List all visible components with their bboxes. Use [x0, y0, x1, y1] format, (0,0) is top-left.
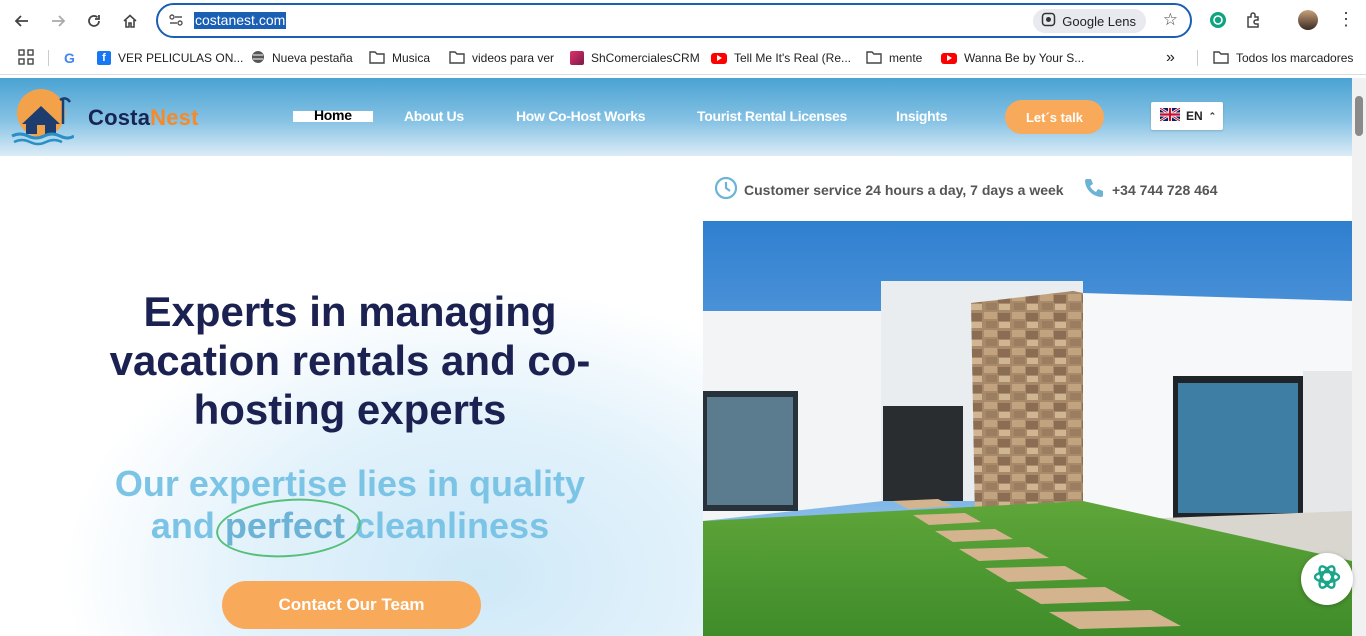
language-selector[interactable]: EN ⌃ — [1151, 102, 1223, 130]
menu-kebab-icon[interactable]: ⋮ — [1337, 9, 1355, 29]
brand-name-part1: Costa — [88, 105, 151, 130]
youtube-icon — [711, 52, 727, 64]
phone-contact[interactable]: +34 744 728 464 — [1082, 176, 1218, 203]
chatgpt-extension-icon[interactable] — [1209, 11, 1227, 34]
bookmark-peliculas[interactable]: f VER PELICULAS ON... — [97, 49, 243, 67]
villa-photo — [703, 221, 1352, 636]
bookmark-google[interactable]: G — [64, 49, 75, 67]
bookmark-label: Wanna Be by Your S... — [964, 51, 1085, 65]
profile-avatar[interactable] — [1298, 10, 1318, 30]
bookmark-wanna-be[interactable]: Wanna Be by Your S... — [941, 49, 1084, 67]
hero-headline: Experts in managing vacation rentals and… — [109, 288, 591, 433]
phone-number[interactable]: +34 744 728 464 — [1112, 182, 1218, 198]
chevron-up-icon: ⌃ — [1208, 110, 1217, 121]
service-hours: Customer service 24 hours a day, 7 days … — [714, 176, 1064, 203]
folder-icon — [449, 50, 465, 67]
forward-icon[interactable] — [45, 8, 71, 34]
google-icon: G — [64, 50, 75, 66]
subheadline-line1: Our expertise lies in quality — [114, 463, 586, 504]
globe-icon — [251, 50, 265, 67]
bookmark-label: mente — [889, 51, 923, 65]
bookmark-label: videos para ver — [472, 51, 555, 65]
nav-about-us[interactable]: About Us — [404, 108, 464, 124]
chat-assistant-icon — [1311, 561, 1343, 598]
bookmarks-overflow-button[interactable]: » — [1166, 49, 1175, 67]
back-icon[interactable] — [9, 8, 35, 34]
hero-subheadline: Our expertise lies in quality and perfec… — [70, 463, 630, 562]
folder-icon — [866, 50, 882, 67]
nav-insights[interactable]: Insights — [896, 108, 948, 124]
url-text[interactable]: costanest.com — [194, 12, 287, 29]
chat-assistant-button[interactable] — [1301, 553, 1353, 605]
contact-our-team-button[interactable]: Contact Our Team — [222, 581, 481, 629]
google-lens-button[interactable]: Google Lens — [1033, 9, 1146, 33]
bookmark-tell-me[interactable]: Tell Me It's Real (Re... — [711, 49, 851, 67]
all-bookmarks-label: Todos los marcadores — [1236, 51, 1354, 65]
reload-icon[interactable] — [81, 8, 107, 34]
subheadline-end: cleanliness — [354, 505, 550, 546]
bookmark-label: Musica — [392, 51, 431, 65]
bookmark-shcomerciales[interactable]: ShComercialesCRM — [570, 49, 700, 67]
site-info-icon[interactable] — [168, 12, 184, 33]
folder-icon — [1213, 50, 1229, 67]
subheadline-and: and — [150, 505, 215, 546]
bookmark-videos[interactable]: videos para ver — [449, 49, 554, 67]
extensions-icon[interactable] — [1245, 11, 1263, 34]
browser-toolbar: costanest.com Google Lens ☆ ⋮ — [0, 0, 1366, 41]
bookmarks-bar: G f VER PELICULAS ON... Nueva pestaña Mu… — [0, 41, 1366, 75]
app-icon — [570, 51, 584, 65]
address-bar[interactable]: costanest.com Google Lens ☆ — [156, 3, 1192, 38]
bookmark-label: Nueva pestaña — [272, 51, 353, 65]
site-header: CostaNest Home About Us How Co-Host Work… — [0, 78, 1352, 156]
bookmark-star-icon[interactable]: ☆ — [1163, 10, 1178, 30]
all-bookmarks-button[interactable]: Todos los marcadores — [1213, 49, 1353, 67]
language-label: EN — [1186, 109, 1203, 123]
clock-icon — [714, 176, 738, 203]
lens-icon — [1041, 12, 1056, 30]
nav-home-label: Home — [314, 107, 352, 123]
bookmark-mente[interactable]: mente — [866, 49, 922, 67]
bookmark-label: VER PELICULAS ON... — [118, 51, 244, 65]
perfect-highlight: perfect — [214, 494, 363, 562]
facebook-icon: f — [97, 51, 111, 65]
nav-how-co-host-works[interactable]: How Co-Host Works — [516, 108, 646, 124]
phone-icon — [1082, 176, 1106, 203]
apps-grid-icon[interactable] — [18, 49, 34, 70]
lets-talk-button[interactable]: Let´s talk — [1005, 100, 1104, 134]
home-icon[interactable] — [117, 8, 143, 34]
page-scrollbar[interactable] — [1352, 78, 1366, 636]
nav-tourist-rental-licenses[interactable]: Tourist Rental Licenses — [697, 108, 847, 124]
bookmark-musica[interactable]: Musica — [369, 49, 430, 67]
service-hours-text: Customer service 24 hours a day, 7 days … — [744, 181, 1064, 198]
costanest-logo[interactable] — [8, 86, 75, 148]
bookmark-label: Tell Me It's Real (Re... — [734, 51, 851, 65]
nav-home[interactable]: Home — [293, 107, 373, 123]
bookmark-label: ShComercialesCRM — [591, 51, 700, 65]
google-lens-label: Google Lens — [1062, 13, 1136, 29]
uk-flag-icon — [1159, 106, 1181, 124]
brand-name-part2: Nest — [150, 105, 199, 130]
brand-name[interactable]: CostaNest — [88, 105, 199, 131]
scrollbar-thumb[interactable] — [1355, 96, 1363, 136]
youtube-icon — [941, 52, 957, 64]
folder-icon — [369, 50, 385, 67]
bookmark-nueva-pestana[interactable]: Nueva pestaña — [251, 49, 353, 67]
